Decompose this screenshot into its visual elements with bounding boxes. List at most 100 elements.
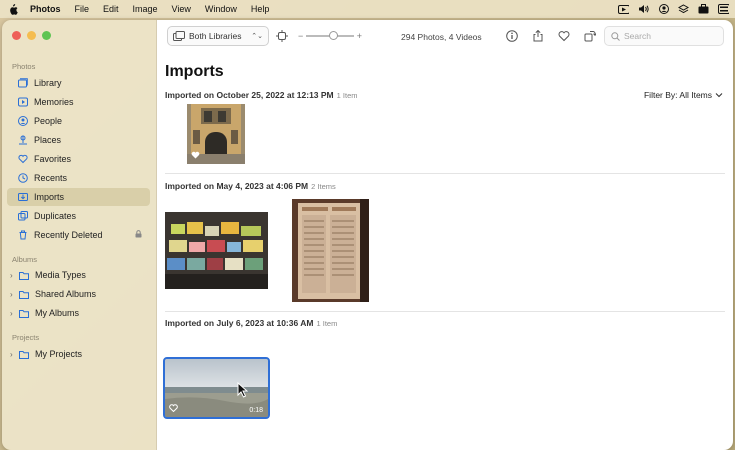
main-content: Both Libraries ⌃⌄ − + 294 Photos, 4 Vide… (157, 20, 733, 450)
memories-icon (18, 97, 28, 107)
photos-window: Photos Library Memories People Places Fa… (2, 20, 733, 450)
search-field[interactable]: Search (604, 26, 724, 46)
chevron-right-icon[interactable]: › (10, 290, 17, 299)
zoom-track[interactable] (306, 31, 354, 40)
sidebar-item-label: People (34, 116, 63, 126)
rotate-icon[interactable] (584, 30, 596, 42)
import-icon (18, 192, 28, 202)
sidebar: Photos Library Memories People Places Fa… (2, 20, 157, 450)
layers-icon[interactable] (678, 4, 689, 14)
sidebar-item-media-types[interactable]: › Media Types (7, 266, 150, 284)
duplicates-icon (18, 211, 28, 221)
menu-window[interactable]: Window (205, 4, 237, 14)
sidebar-item-people[interactable]: People (7, 112, 150, 130)
section-projects: Projects (12, 333, 40, 342)
apple-menu-icon[interactable] (8, 3, 18, 15)
screen-record-icon[interactable] (618, 4, 629, 14)
filter-label: Filter By: All Items (643, 90, 712, 100)
sidebar-item-recents[interactable]: Recents (7, 169, 150, 187)
heart-icon (18, 154, 28, 164)
sidebar-item-duplicates[interactable]: Duplicates (7, 207, 150, 225)
sidebar-item-favorites[interactable]: Favorites (7, 150, 150, 168)
sidebar-item-memories[interactable]: Memories (7, 93, 150, 111)
crop-aspect-icon[interactable] (276, 30, 288, 42)
filter-dropdown[interactable]: Filter By: All Items (644, 90, 723, 100)
info-icon[interactable] (506, 30, 518, 42)
sidebar-item-imports[interactable]: Imports (7, 188, 150, 206)
menu-file[interactable]: File (75, 4, 90, 14)
library-select[interactable]: Both Libraries ⌃⌄ (167, 26, 269, 46)
favorite-heart-icon[interactable] (191, 151, 200, 161)
menu-board-photo (292, 199, 369, 302)
divider (165, 311, 725, 312)
menu-image[interactable]: Image (133, 4, 158, 14)
zoom-button[interactable] (42, 31, 51, 40)
library-icon (18, 78, 28, 88)
sidebar-item-label: Shared Albums (35, 289, 97, 299)
sidebar-item-label: Memories (34, 97, 74, 107)
user-circle-icon[interactable] (658, 4, 669, 14)
photo-count: 294 Photos, 4 Videos (401, 32, 482, 42)
status-area (618, 0, 729, 18)
import-group-count: 1 Item (316, 319, 338, 328)
sidebar-item-my-projects[interactable]: › My Projects (7, 345, 150, 363)
people-icon (18, 116, 28, 126)
sidebar-item-label: Places (34, 135, 62, 145)
clock-icon (18, 173, 28, 183)
close-button[interactable] (12, 31, 21, 40)
folder-icon (19, 289, 29, 299)
sidebar-item-label: My Albums (35, 308, 80, 318)
video-duration: 0:18 (249, 407, 263, 414)
library-select-value: Both Libraries (189, 31, 242, 41)
import-group-header: Imported on July 6, 2023 at 10:36 AM 1 It… (165, 318, 337, 328)
trash-icon (18, 230, 28, 240)
share-icon[interactable] (532, 30, 544, 42)
chevron-down-icon (715, 90, 723, 100)
books-photo (165, 212, 268, 289)
zoom-knob[interactable] (328, 31, 338, 40)
minimize-button[interactable] (27, 31, 36, 40)
briefcase-icon[interactable] (698, 4, 709, 14)
toolbar: Both Libraries ⌃⌄ − + 294 Photos, 4 Vide… (157, 20, 733, 53)
menu-view[interactable]: View (172, 4, 191, 14)
sidebar-item-label: Recently Deleted (34, 230, 103, 240)
chevron-right-icon[interactable]: › (10, 271, 17, 280)
sidebar-item-library[interactable]: Library (7, 74, 150, 92)
zoom-out-icon[interactable]: − (298, 31, 303, 41)
sidebar-item-label: Recents (34, 173, 68, 183)
sidebar-item-label: Media Types (35, 270, 86, 280)
import-group-header: Imported on October 25, 2022 at 12:13 PM… (165, 90, 357, 100)
lock-icon (135, 230, 142, 240)
page-title: Imports (165, 63, 224, 80)
sidebar-item-my-albums[interactable]: › My Albums (7, 304, 150, 322)
photo-thumbnail[interactable] (292, 199, 369, 302)
import-group-date: Imported on May 4, 2023 at 4:06 PM (165, 181, 309, 191)
import-group-date: Imported on July 6, 2023 at 10:36 AM (165, 318, 314, 328)
mouse-pointer-icon (237, 381, 249, 400)
sidebar-item-places[interactable]: Places (7, 131, 150, 149)
chevron-right-icon[interactable]: › (10, 309, 17, 318)
volume-icon[interactable] (638, 4, 649, 14)
favorite-heart-icon[interactable] (558, 30, 570, 42)
places-icon (18, 135, 28, 145)
folder-icon (19, 270, 29, 280)
sidebar-item-shared-albums[interactable]: › Shared Albums (7, 285, 150, 303)
sidebar-item-recently-deleted[interactable]: Recently Deleted (7, 226, 150, 244)
zoom-slider[interactable]: − + (298, 29, 362, 43)
control-center-icon[interactable] (718, 4, 729, 14)
library-switch-icon (173, 31, 185, 41)
sidebar-item-label: Imports (34, 192, 65, 202)
zoom-in-icon[interactable]: + (357, 31, 362, 41)
photo-thumbnail[interactable] (165, 212, 268, 289)
video-thumbnail[interactable]: 0:18 (163, 357, 270, 419)
menu-edit[interactable]: Edit (103, 4, 119, 14)
menu-help[interactable]: Help (251, 4, 270, 14)
menu-photos[interactable]: Photos (30, 4, 61, 14)
menu-bar: Photos File Edit Image View Window Help (0, 0, 735, 18)
section-albums: Albums (12, 255, 38, 264)
chevron-right-icon[interactable]: › (10, 350, 17, 359)
photo-thumbnail[interactable] (187, 104, 245, 164)
import-group-header: Imported on May 4, 2023 at 4:06 PM 2 Item… (165, 181, 336, 191)
favorite-heart-icon[interactable] (169, 404, 178, 414)
sidebar-item-label: My Projects (35, 349, 83, 359)
